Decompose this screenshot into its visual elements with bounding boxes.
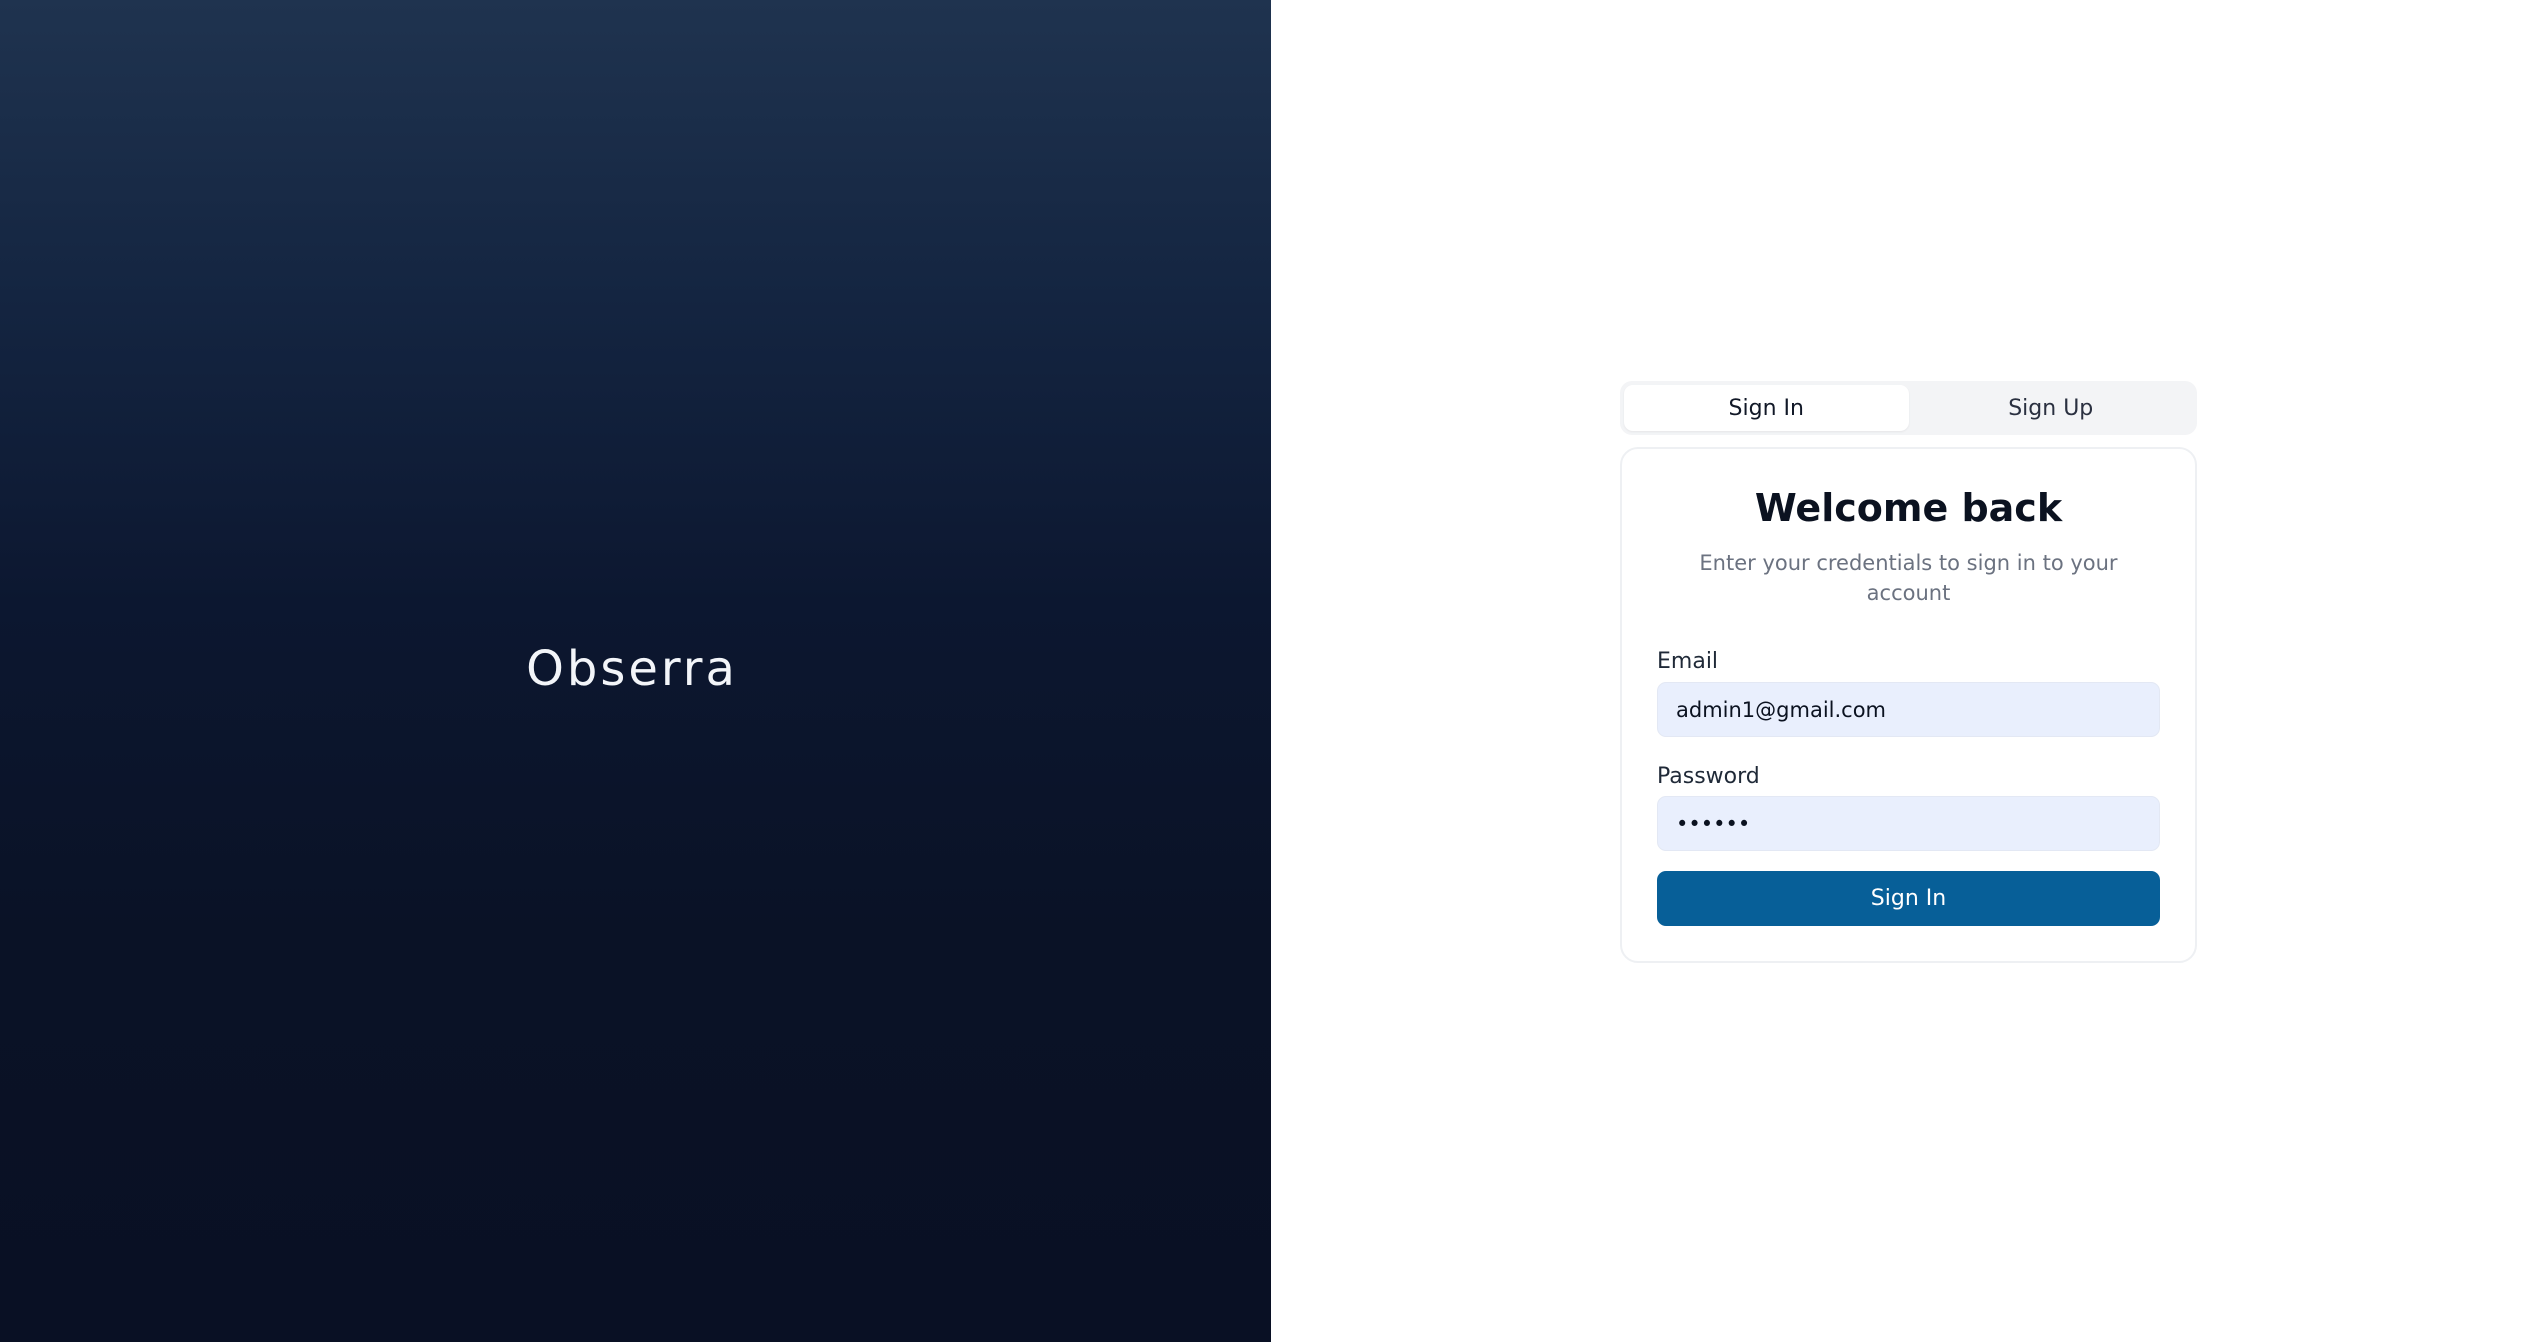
brand-logo-text: Obserra bbox=[526, 641, 738, 697]
password-label: Password bbox=[1657, 764, 1760, 789]
email-field[interactable] bbox=[1657, 682, 2160, 737]
email-label: Email bbox=[1657, 649, 1719, 674]
auth-page: Obserra Sign In Sign Up Welcome back Ent… bbox=[0, 0, 2542, 1342]
tab-sign-up[interactable]: Sign Up bbox=[1909, 385, 2194, 431]
brand-panel: Obserra bbox=[0, 0, 1271, 1342]
card-title: Welcome back bbox=[1754, 486, 2063, 530]
auth-tabs: Sign In Sign Up bbox=[1620, 381, 2197, 435]
tab-sign-in[interactable]: Sign In bbox=[1624, 385, 1909, 431]
sign-in-card: Welcome back Enter your credentials to s… bbox=[1620, 447, 2197, 963]
auth-panel: Sign In Sign Up Welcome back Enter your … bbox=[1271, 0, 2542, 1342]
sign-in-button[interactable]: Sign In bbox=[1657, 871, 2160, 926]
password-field[interactable] bbox=[1657, 796, 2160, 851]
card-subtitle: Enter your credentials to sign in to you… bbox=[1699, 551, 2118, 605]
